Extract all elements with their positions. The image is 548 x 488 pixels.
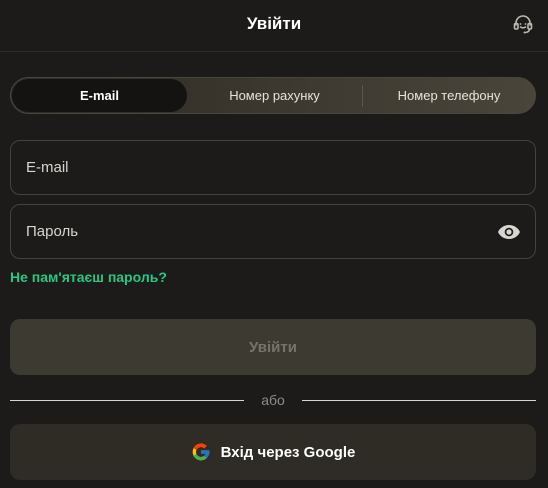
or-text: або xyxy=(261,392,285,408)
tab-email[interactable]: E-mail xyxy=(12,79,187,112)
email-field xyxy=(10,140,536,195)
password-field xyxy=(10,204,536,259)
forgot-password-link[interactable]: Не пам'ятаєш пароль? xyxy=(10,269,167,285)
page-title: Увійти xyxy=(246,14,302,33)
or-divider: або xyxy=(10,391,536,409)
divider-line-left xyxy=(10,399,244,401)
divider-line-right xyxy=(302,399,536,401)
headset-icon xyxy=(513,15,533,34)
email-input[interactable] xyxy=(11,159,535,176)
eye-icon xyxy=(498,225,520,239)
show-password-button[interactable] xyxy=(497,222,521,242)
login-method-tabs: E-mail Номер рахунку Номер телефону xyxy=(10,77,536,114)
google-login-label: Вхід через Google xyxy=(220,443,356,461)
login-page: Увійти E-mail Номер рахунку Номер телефо… xyxy=(0,0,548,488)
header: Увійти xyxy=(0,0,548,52)
tab-account-number[interactable]: Номер рахунку xyxy=(187,78,362,113)
login-button[interactable]: Увійти xyxy=(10,319,536,375)
password-input[interactable] xyxy=(11,223,535,240)
google-icon xyxy=(191,442,211,462)
tab-phone-number[interactable]: Номер телефону xyxy=(363,78,535,113)
support-button[interactable] xyxy=(510,11,536,37)
google-login-button[interactable]: Вхід через Google xyxy=(10,424,536,480)
